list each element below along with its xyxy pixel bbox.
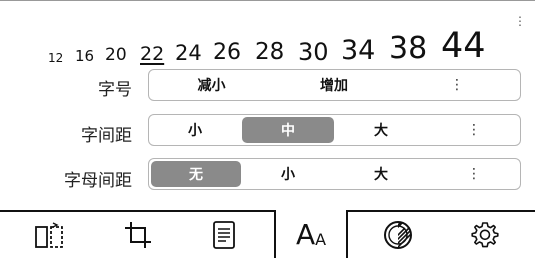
font-size-option[interactable]: 38 <box>389 34 427 64</box>
font-size-label: 字号 <box>98 80 132 100</box>
font-size-scale: 12 16 20 22 24 26 28 30 34 38 44 <box>48 22 498 65</box>
font-size-option[interactable]: 28 <box>255 41 284 64</box>
font-size-option[interactable]: 30 <box>298 40 329 64</box>
char-spacing-control: 小 中 大 ⋮ <box>148 114 521 146</box>
crop-icon[interactable] <box>104 212 172 258</box>
char-spacing-small[interactable]: 小 <box>149 115 241 145</box>
increase-font-button[interactable]: 增加 <box>274 70 394 100</box>
font-icon[interactable]: AA <box>274 210 348 258</box>
char-spacing-large[interactable]: 大 <box>335 115 427 145</box>
font-icon-small-a: A <box>315 230 327 249</box>
font-size-option[interactable]: 34 <box>341 37 375 64</box>
font-size-option[interactable]: 12 <box>48 52 63 64</box>
font-size-option[interactable]: 24 <box>175 43 202 64</box>
page-layout-icon[interactable] <box>16 212 84 258</box>
font-size-option[interactable]: 26 <box>213 42 241 64</box>
letter-spacing-none[interactable]: 无 <box>151 161 241 187</box>
char-spacing-medium[interactable]: 中 <box>242 117 334 143</box>
letter-spacing-large[interactable]: 大 <box>335 159 427 189</box>
char-spacing-label: 字间距 <box>81 126 132 146</box>
bottom-toolbar: AA <box>0 210 535 258</box>
letter-spacing-more-icon[interactable]: ⋮ <box>464 159 484 189</box>
font-size-option-selected[interactable]: 22 <box>140 45 164 64</box>
top-menu-icon[interactable]: ⋮ <box>514 14 526 28</box>
letter-spacing-small[interactable]: 小 <box>242 159 334 189</box>
top-divider <box>0 0 535 1</box>
font-size-option[interactable]: 16 <box>75 49 94 64</box>
settings-icon[interactable] <box>451 212 519 258</box>
font-size-option[interactable]: 20 <box>105 47 127 64</box>
font-icon-big-a: A <box>295 218 316 251</box>
font-size-control: 减小 增加 ⋮ <box>148 69 521 101</box>
letter-spacing-control: 无 小 大 ⋮ <box>148 158 521 190</box>
font-size-option[interactable]: 44 <box>441 29 486 64</box>
decrease-font-button[interactable]: 减小 <box>149 70 274 100</box>
document-icon[interactable] <box>190 212 258 258</box>
letter-spacing-label: 字母间距 <box>64 171 132 191</box>
contrast-icon[interactable] <box>364 212 432 258</box>
font-size-more-icon[interactable]: ⋮ <box>447 70 467 100</box>
char-spacing-more-icon[interactable]: ⋮ <box>464 115 484 145</box>
